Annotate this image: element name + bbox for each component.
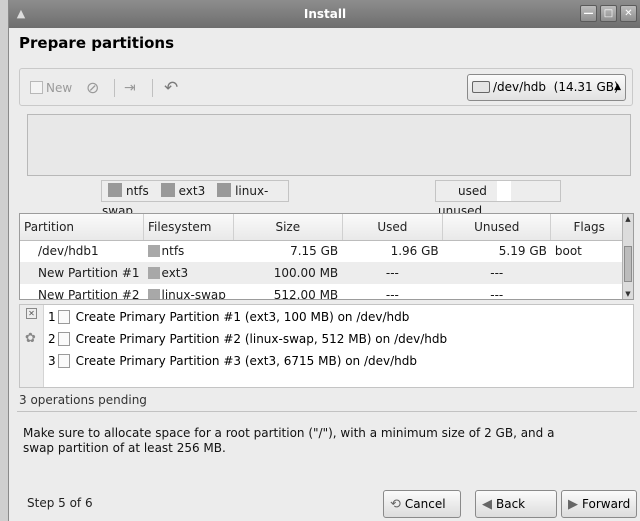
window-title: Install (303, 7, 347, 21)
cell-unused: --- (442, 262, 551, 284)
column-header-unused[interactable]: Unused (442, 214, 552, 241)
maximize-button[interactable]: □ (600, 5, 617, 22)
list-item[interactable]: 2 Create Primary Partition #2 (linux-swap… (48, 329, 447, 349)
cell-unused: 5.19 GB (498, 244, 547, 259)
column-header-used[interactable]: Used (342, 214, 444, 241)
scrollbar-thumb[interactable] (624, 246, 632, 282)
cancel-icon: ⟲ (390, 496, 401, 512)
harddisk-icon (472, 81, 490, 93)
list-item[interactable]: 1 Create Primary Partition #1 (ext3, 100 … (48, 307, 409, 327)
cell-used: --- (385, 288, 399, 300)
table-row[interactable]: New Partition #2 linux-swap 512.00 MB --… (20, 284, 628, 300)
cell-flags: boot (554, 244, 582, 259)
ext3-swatch (160, 183, 175, 197)
title-bar[interactable]: ▲ Install — □ ✕ (9, 0, 640, 28)
toolbar-separator (152, 79, 153, 97)
column-header-filesystem[interactable]: Filesystem (143, 214, 234, 241)
new-partition-icon (30, 81, 43, 94)
legend-item-used: used (458, 184, 487, 198)
partition-toolbar: New ⊘ ⇥ ↶ /dev/hdb (14.31 GB) ▲ (19, 68, 633, 106)
filesystem-legend: ntfs ext3 linux-swap (101, 180, 289, 218)
unused-swatch (496, 181, 511, 201)
minimize-button[interactable]: — (580, 5, 597, 22)
cancel-label: Cancel (404, 497, 446, 511)
back-arrow-icon: ◀ (482, 496, 492, 512)
forward-button[interactable]: ▶ Forward (561, 490, 637, 518)
scroll-down-icon[interactable]: ▼ (623, 289, 633, 299)
cell-unused: --- (490, 288, 504, 300)
scroll-up-icon[interactable]: ▲ (623, 214, 633, 224)
table-scrollbar[interactable]: ▲ ▼ (622, 214, 633, 299)
cell-size: 7.15 GB (290, 244, 339, 259)
installer-window: ▲ Install — □ ✕ Prepare partitions New ⊘… (8, 0, 640, 521)
cell-size: 100.00 MB (233, 262, 343, 284)
operations-sidebar: ✕ ✿ (20, 305, 44, 387)
legend-item-ext3: ext3 (160, 183, 205, 198)
cell-filesystem: ntfs (144, 240, 234, 262)
back-label: Back (496, 497, 526, 511)
cell-partition: /dev/hdb1 (38, 244, 99, 259)
cell-flags (550, 262, 628, 284)
cell-filesystem: ext3 (143, 262, 234, 284)
divider (17, 411, 637, 412)
partition-map-preview (27, 114, 631, 176)
pending-operations-list: ✕ ✿ 1 Create Primary Partition #1 (ext3, … (19, 304, 634, 388)
app-menu-icon[interactable]: ▲ (13, 7, 29, 21)
cell-filesystem: linux-swap (144, 284, 234, 299)
column-header-partition[interactable]: Partition (20, 214, 145, 241)
undo-icon[interactable]: ↶ (164, 79, 178, 97)
cell-size: 512.00 MB (273, 288, 339, 300)
table-header: Partition Filesystem Size Used Unused Fl… (20, 214, 628, 241)
disk-selector[interactable]: /dev/hdb (14.31 GB) ▲ (467, 74, 626, 101)
cell-flags (551, 284, 628, 299)
operation-doc-icon (57, 310, 70, 324)
close-button[interactable]: ✕ (620, 5, 637, 22)
back-button[interactable]: ◀ Back (475, 490, 557, 518)
partition-table[interactable]: Partition Filesystem Size Used Unused Fl… (19, 213, 634, 300)
operation-doc-icon (57, 332, 70, 346)
table-row[interactable]: New Partition #1 ext3 100.00 MB --- --- (20, 262, 628, 284)
cancel-button[interactable]: ⟲ Cancel (383, 490, 461, 518)
new-partition-button[interactable]: New (30, 79, 72, 97)
delete-partition-icon[interactable]: ⊘ (86, 79, 99, 97)
step-indicator: Step 5 of 6 (27, 496, 93, 510)
resize-move-icon[interactable]: ⇥ (124, 79, 136, 97)
cell-used: 1.96 GB (390, 244, 439, 259)
new-button-label: New (46, 81, 73, 95)
forward-label: Forward (582, 497, 631, 511)
partition-hint-message: Make sure to allocate space for a root p… (23, 426, 555, 455)
ntfs-swatch (147, 245, 160, 258)
linux-swap-swatch (217, 183, 232, 197)
dropdown-arrow-icon: ▲ (614, 82, 621, 92)
column-header-flags[interactable]: Flags (550, 214, 628, 241)
cell-partition: New Partition #1 (20, 262, 144, 284)
forward-arrow-icon: ▶ (568, 496, 578, 512)
column-header-size[interactable]: Size (233, 214, 343, 241)
operation-doc-icon (57, 354, 70, 368)
list-item[interactable]: 3 Create Primary Partition #3 (ext3, 6715… (48, 351, 417, 371)
legend-item-ntfs: ntfs (108, 183, 149, 198)
toolbar-separator (114, 79, 115, 97)
ntfs-swatch (108, 183, 122, 197)
clear-operations-icon[interactable]: ✕ (26, 308, 37, 319)
usage-legend: used unused (435, 180, 561, 218)
pending-count: 3 operations pending (19, 393, 147, 407)
apply-brush-icon[interactable]: ✿ (25, 331, 36, 346)
cell-used: --- (342, 262, 443, 284)
linux-swap-swatch (147, 289, 160, 299)
disk-selector-value: /dev/hdb (14.31 GB) (493, 80, 619, 94)
table-row[interactable]: /dev/hdb1 ntfs 7.15 GB 1.96 GB 5.19 GB b… (20, 240, 628, 262)
ext3-swatch (147, 267, 160, 279)
page-title: Prepare partitions (19, 34, 175, 52)
cell-partition: New Partition #2 (38, 288, 140, 300)
